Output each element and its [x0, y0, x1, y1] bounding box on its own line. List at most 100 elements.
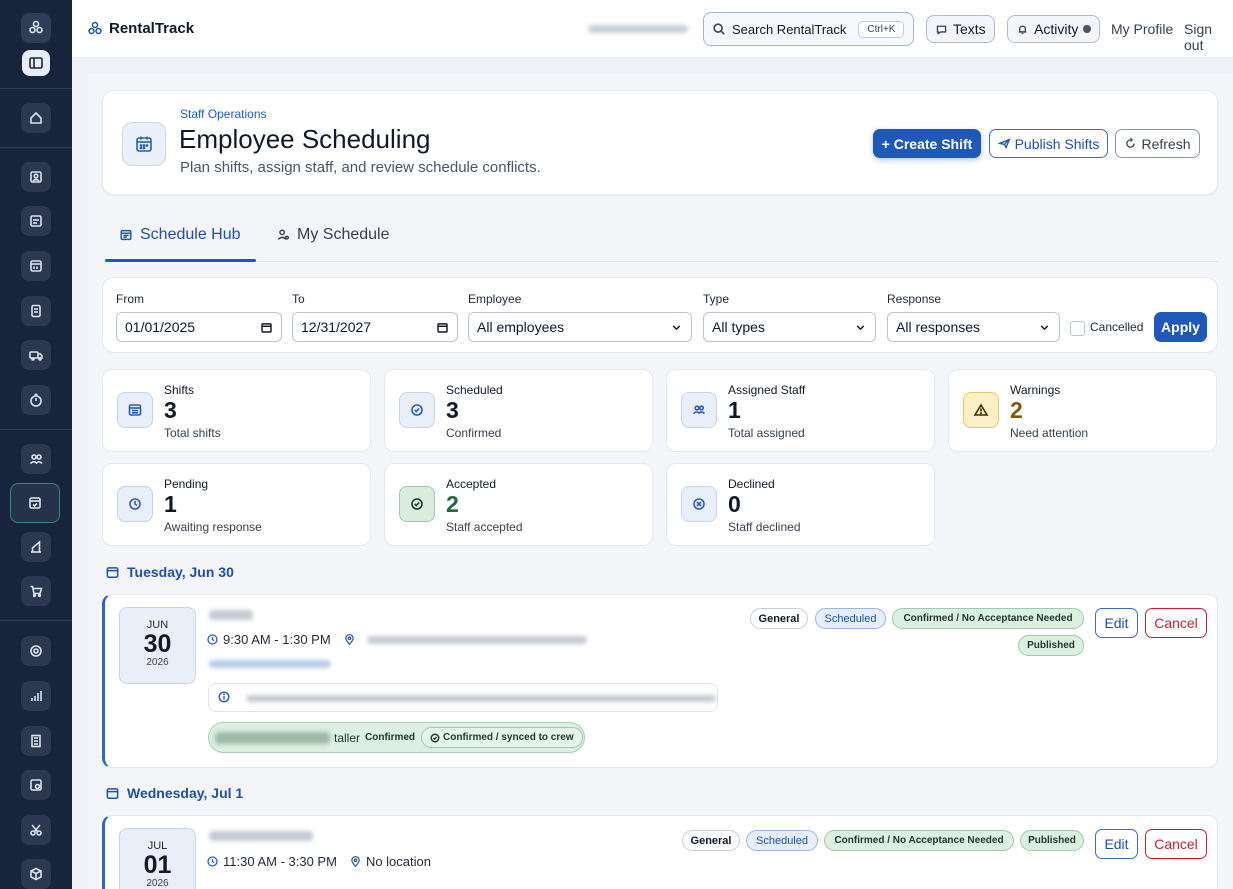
brand[interactable]: RentalTrack — [87, 20, 194, 37]
my-profile-link[interactable]: My Profile — [1111, 21, 1173, 37]
person-icon — [277, 229, 289, 240]
scheduling-icon[interactable] — [10, 483, 60, 523]
refresh-button[interactable]: Refresh — [1115, 129, 1200, 158]
stat-value: 2 — [446, 491, 459, 517]
stat-card-warnings: Warnings 2 Need attention — [948, 369, 1217, 452]
page-header-card: Staff Operations Employee Scheduling Pla… — [102, 90, 1218, 195]
activity-label: Activity — [1034, 21, 1079, 37]
badge-status: Scheduled — [746, 830, 818, 851]
clock-icon — [117, 486, 153, 522]
from-label: From — [116, 292, 144, 306]
stat-value: 3 — [164, 397, 177, 423]
assignee-name-redacted — [215, 731, 330, 744]
assignee-chip[interactable]: taller Confirmed Confirmed / synced to c… — [208, 722, 585, 753]
shift-time: 11:30 AM - 3:30 PM No location — [206, 854, 431, 869]
calendar-day-icon — [106, 566, 119, 578]
global-search-button[interactable]: Search RentalTrack Ctrl+K — [703, 12, 914, 46]
reports-icon[interactable] — [21, 532, 51, 562]
stat-subtext: Total shifts — [164, 426, 221, 440]
clock-icon — [207, 634, 218, 645]
stat-label: Accepted — [446, 477, 497, 491]
stat-subtext: Total assigned — [728, 426, 805, 440]
shift-day: 30 — [143, 630, 172, 658]
tab-schedule-hub-label: Schedule Hub — [140, 226, 241, 243]
day-heading-label: Tuesday, Jun 30 — [127, 564, 234, 580]
day-heading: Wednesday, Jul 1 — [105, 785, 243, 801]
bell-icon — [1018, 25, 1027, 34]
shift-year: 2026 — [146, 878, 169, 889]
cancelled-checkbox[interactable] — [1070, 321, 1085, 336]
brand-logo-icon — [88, 21, 102, 34]
shift-card[interactable]: JUN 30 2026 9:30 AM - 1:30 PM taller Con… — [102, 594, 1218, 768]
cancelled-label: Cancelled — [1090, 320, 1144, 334]
tools-icon[interactable] — [21, 815, 51, 845]
tab-my-schedule[interactable]: My Schedule — [276, 226, 390, 244]
type-select[interactable]: All types — [703, 312, 876, 342]
building-icon[interactable] — [21, 726, 51, 756]
send-icon — [997, 138, 1011, 150]
settings-icon[interactable] — [21, 636, 51, 666]
from-date-input[interactable]: 01/01/2025 — [116, 312, 282, 342]
stat-label: Scheduled — [446, 383, 503, 397]
cancel-shift-button[interactable]: Cancel — [1145, 608, 1207, 638]
tab-my-schedule-label: My Schedule — [297, 226, 390, 243]
day-heading-label: Wednesday, Jul 1 — [127, 785, 244, 801]
sidebar-toggle-icon[interactable] — [22, 50, 50, 76]
cancel-shift-button[interactable]: Cancel — [1145, 829, 1207, 859]
stat-subtext: Awaiting response — [164, 520, 262, 534]
shift-card[interactable]: JUL 01 2026 11:30 AM - 3:30 PM No locati… — [102, 815, 1218, 889]
to-date-value: 12/31/2027 — [301, 319, 372, 335]
calendar-icon[interactable] — [21, 251, 51, 281]
stat-label: Declined — [728, 477, 775, 491]
schedule-hub-icon — [120, 229, 132, 241]
tab-schedule-hub[interactable]: Schedule Hub — [119, 226, 241, 244]
edit-shift-button[interactable]: Edit — [1095, 608, 1138, 638]
app-logo-icon[interactable] — [21, 13, 51, 43]
package-icon[interactable] — [21, 859, 51, 889]
sign-out-link[interactable]: Sign out — [1184, 21, 1233, 53]
team-icon[interactable] — [21, 444, 51, 474]
calendar-day-icon — [106, 787, 119, 799]
sidebar — [0, 0, 72, 889]
stat-value: 2 — [1010, 397, 1023, 423]
badge-confirmation: Confirmed / No Acceptance Needed — [824, 830, 1014, 851]
warning-icon — [963, 392, 999, 428]
orders-icon[interactable] — [21, 206, 51, 236]
stat-card-declined: Declined 0 Staff declined — [666, 463, 935, 546]
cart-icon[interactable] — [21, 576, 51, 606]
shift-notes — [208, 683, 718, 712]
assignee-role-suffix: taller — [334, 730, 361, 745]
timer-icon[interactable] — [21, 385, 51, 415]
contacts-icon[interactable] — [21, 162, 51, 192]
to-date-input[interactable]: 12/31/2027 — [292, 312, 458, 342]
top-bar: RentalTrack Search RentalTrack Ctrl+K Te… — [72, 0, 1233, 58]
employee-select[interactable]: All employees — [468, 312, 692, 342]
badge-confirmation: Confirmed / No Acceptance Needed — [892, 608, 1084, 629]
check-circle-icon — [399, 392, 435, 428]
tenant-name-redacted — [588, 25, 688, 33]
stock-icon[interactable] — [21, 770, 51, 800]
analytics-icon[interactable] — [21, 681, 51, 711]
stat-card-accepted: Accepted 2 Staff accepted — [384, 463, 653, 546]
response-select[interactable]: All responses — [887, 312, 1060, 342]
type-value: All types — [712, 319, 765, 335]
invoice-icon[interactable] — [21, 296, 51, 326]
apply-button[interactable]: Apply — [1154, 312, 1207, 342]
texts-button[interactable]: Texts — [926, 15, 995, 43]
edit-shift-button[interactable]: Edit — [1095, 829, 1138, 859]
home-icon[interactable] — [21, 103, 51, 133]
activity-button[interactable]: Activity — [1007, 15, 1101, 43]
shift-link-redacted[interactable] — [209, 660, 331, 668]
calendar-header-icon — [122, 122, 166, 166]
search-shortcut: Ctrl+K — [858, 20, 905, 38]
chevron-down-icon — [856, 324, 865, 330]
truck-icon[interactable] — [21, 340, 51, 370]
chat-icon — [936, 25, 947, 35]
shift-time: 9:30 AM - 1:30 PM — [206, 632, 356, 647]
create-shift-button[interactable]: + Create Shift — [873, 129, 981, 158]
stat-value: 3 — [446, 397, 459, 423]
stat-value: 1 — [728, 397, 741, 423]
shift-time-text: 11:30 AM - 3:30 PM — [223, 854, 337, 869]
publish-shifts-button[interactable]: Publish Shifts — [989, 129, 1108, 158]
badge-published: Published — [1018, 635, 1084, 656]
